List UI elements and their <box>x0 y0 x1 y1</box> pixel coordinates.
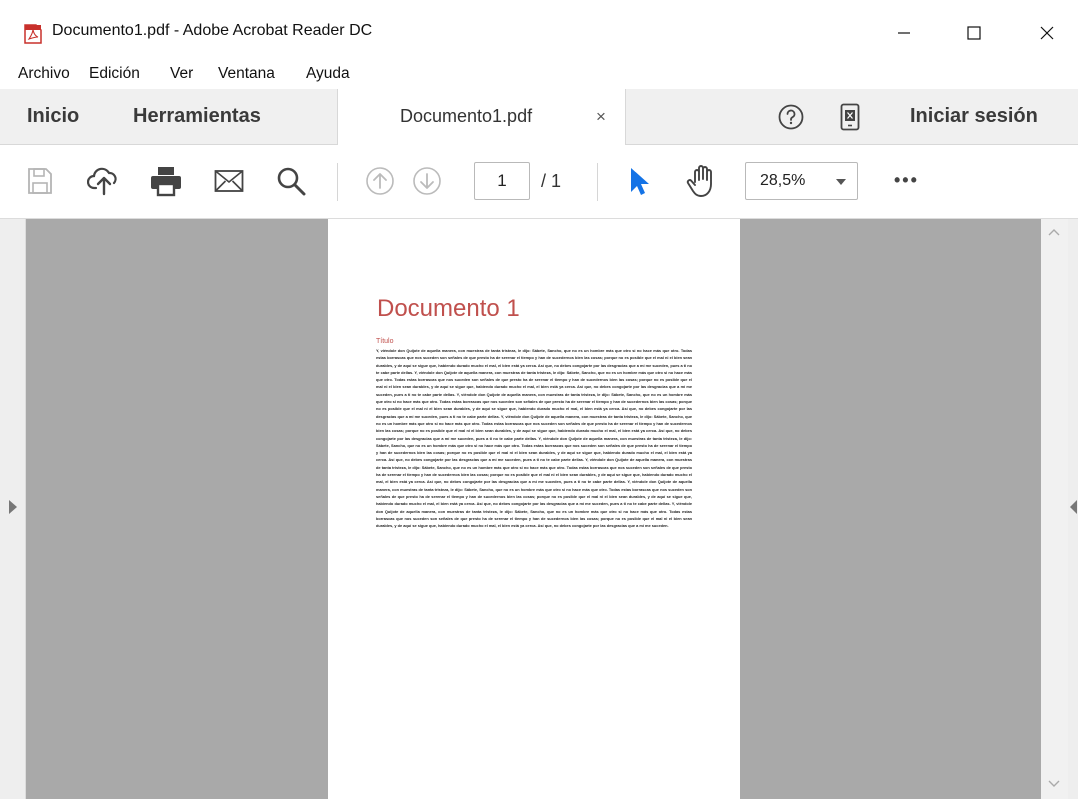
hand-tool-icon <box>686 165 712 197</box>
save-button[interactable] <box>25 164 55 198</box>
minimize-icon <box>898 32 910 34</box>
previous-page-button[interactable] <box>364 165 396 197</box>
search-button[interactable] <box>274 163 308 199</box>
maximize-icon <box>967 26 981 40</box>
print-icon <box>151 167 181 197</box>
document-body-text: Y, viéndole don Quijote de aquella maner… <box>376 348 692 529</box>
chevron-down-icon <box>836 179 846 185</box>
help-icon[interactable] <box>778 104 804 130</box>
mobile-link-icon[interactable] <box>840 103 860 131</box>
menu-ayuda[interactable]: Ayuda <box>306 65 350 83</box>
search-icon <box>277 167 306 196</box>
vertical-scrollbar[interactable] <box>1041 219 1068 799</box>
sign-in-button[interactable]: Iniciar sesión <box>910 105 1038 128</box>
document-tab-close-button[interactable]: × <box>596 107 606 127</box>
tab-documento[interactable]: Documento1.pdf × <box>337 89 626 146</box>
select-tool-button[interactable] <box>626 164 652 198</box>
page-total: / 1 <box>541 171 562 191</box>
title-bar: Documento1.pdf - Adobe Acrobat Reader DC <box>0 0 1078 58</box>
scroll-down-icon[interactable] <box>1048 780 1060 788</box>
menu-edicion[interactable]: Edición <box>89 65 140 83</box>
pdf-page: Documento 1 Título Y, viéndole don Quijo… <box>328 219 740 799</box>
document-heading: Documento 1 <box>377 295 520 322</box>
next-page-button[interactable] <box>411 165 443 197</box>
upload-button[interactable] <box>86 164 122 198</box>
toolbar-separator <box>337 163 338 201</box>
next-page-icon <box>413 167 441 195</box>
toolbar-separator <box>597 163 598 201</box>
tab-inicio[interactable]: Inicio <box>27 105 79 128</box>
menu-bar: Archivo Edición Ver Ventana Ayuda <box>0 58 1078 88</box>
acrobat-pdf-icon <box>24 24 42 44</box>
close-icon <box>1040 26 1054 40</box>
save-icon <box>28 168 52 194</box>
menu-archivo[interactable]: Archivo <box>18 65 70 83</box>
previous-page-icon <box>366 167 394 195</box>
menu-ver[interactable]: Ver <box>170 65 193 83</box>
more-tools-button[interactable]: ••• <box>894 170 919 191</box>
select-cursor-icon <box>631 168 649 195</box>
window-title: Documento1.pdf - Adobe Acrobat Reader DC <box>52 22 373 39</box>
upload-cloud-icon <box>87 167 117 196</box>
email-button[interactable] <box>212 166 246 196</box>
expand-left-panel-icon[interactable] <box>9 500 17 514</box>
close-button[interactable] <box>1024 14 1070 52</box>
maximize-button[interactable] <box>951 14 997 52</box>
page-number-input[interactable] <box>474 162 530 200</box>
zoom-value: 28,5% <box>760 172 806 189</box>
tab-herramientas[interactable]: Herramientas <box>133 105 261 128</box>
document-tab-label: Documento1.pdf <box>400 106 533 126</box>
menu-ventana[interactable]: Ventana <box>218 65 275 83</box>
zoom-select[interactable]: 28,5% <box>745 162 858 200</box>
minimize-button[interactable] <box>881 14 927 52</box>
expand-right-panel-icon[interactable] <box>1070 500 1077 514</box>
scroll-up-icon[interactable] <box>1048 228 1060 236</box>
hand-tool-button[interactable] <box>682 162 722 200</box>
document-subtitle: Título <box>376 338 394 345</box>
print-button[interactable] <box>148 163 184 199</box>
email-icon <box>214 170 244 192</box>
